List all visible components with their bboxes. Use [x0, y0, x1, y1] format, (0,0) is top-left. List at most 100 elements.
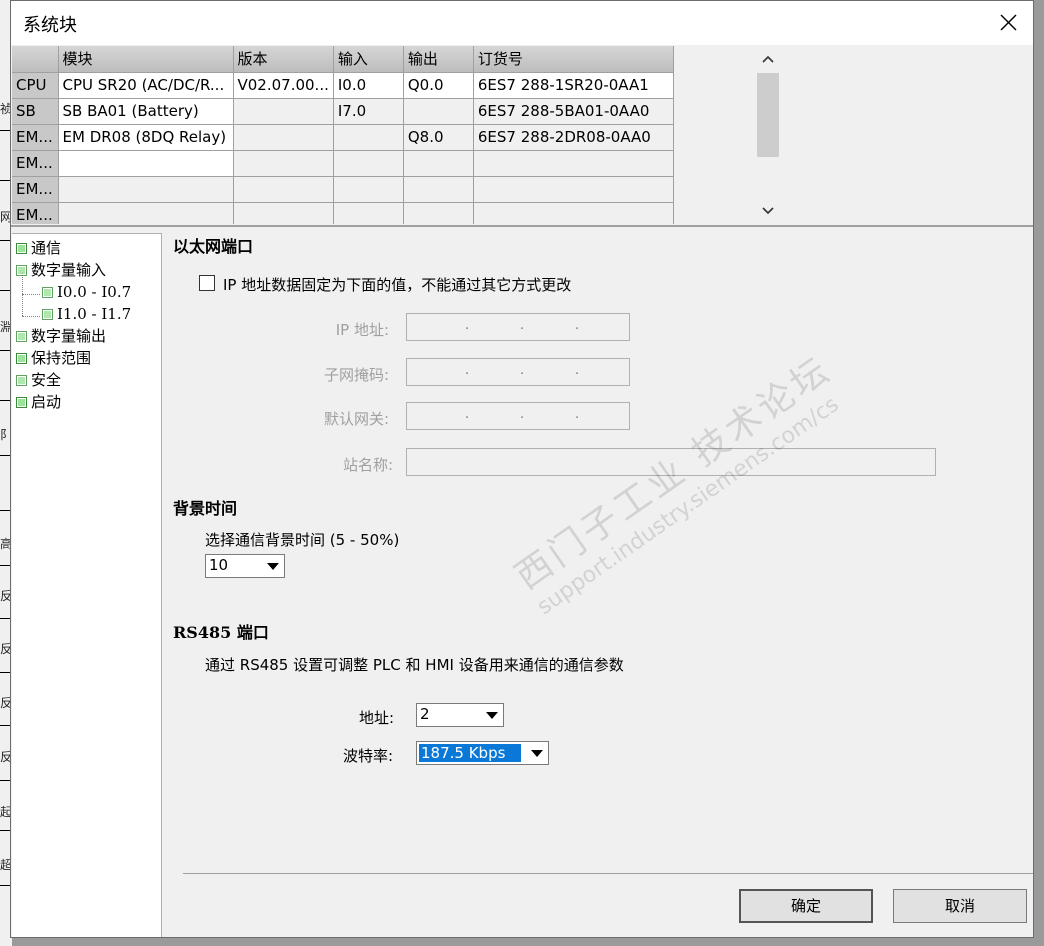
checked-icon: [16, 243, 27, 254]
row-header[interactable]: EM...: [12, 124, 59, 151]
unchecked-icon: [16, 331, 27, 342]
table-cell[interactable]: I0.0: [333, 72, 404, 99]
background-time-label: 选择通信背景时间 (5 - 50%): [205, 531, 400, 549]
column-header[interactable]: 输出: [403, 46, 474, 73]
subnet-mask-input: ...: [406, 358, 630, 386]
table-cell[interactable]: [473, 202, 674, 224]
settings-tree: 通信 数字量输入 I0.0 - I0.7 I1.0 - I1.7 数字量输出 保…: [12, 233, 162, 937]
tree-item-communication[interactable]: 通信: [16, 237, 61, 259]
unchecked-icon: [42, 309, 53, 320]
table-cell[interactable]: [233, 176, 334, 203]
table-cell[interactable]: [403, 98, 474, 125]
unchecked-icon: [16, 375, 27, 386]
table-header-row: 模块 版本 输入 输出 订货号: [12, 46, 674, 73]
table-cell[interactable]: [58, 150, 234, 177]
table-cell[interactable]: [58, 176, 234, 203]
background-time-select[interactable]: 10: [205, 554, 285, 578]
chevron-down-icon[interactable]: [526, 742, 548, 764]
column-header: [12, 46, 59, 73]
close-icon: [1000, 14, 1017, 31]
address-select[interactable]: 2: [416, 703, 504, 727]
tree-item-security[interactable]: 安全: [16, 369, 61, 391]
table-cell[interactable]: [233, 202, 334, 224]
close-button[interactable]: [983, 1, 1033, 45]
table-scrollbar[interactable]: [756, 46, 780, 224]
row-header[interactable]: EM...: [12, 202, 59, 224]
table-row[interactable]: EM...: [12, 176, 674, 203]
table-cell[interactable]: [233, 98, 334, 125]
tree-item-di-range1[interactable]: I0.0 - I0.7: [42, 281, 131, 303]
row-header[interactable]: EM...: [12, 176, 59, 203]
table-cell[interactable]: [473, 150, 674, 177]
cancel-button[interactable]: 取消: [893, 889, 1027, 923]
table-cell[interactable]: EM DR08 (8DQ Relay): [58, 124, 234, 151]
table-cell[interactable]: SB BA01 (Battery): [58, 98, 234, 125]
address-label: 地址:: [359, 709, 395, 727]
tree-item-startup[interactable]: 启动: [16, 391, 61, 413]
column-header[interactable]: 版本: [233, 46, 334, 73]
table-cell[interactable]: [403, 150, 474, 177]
tree-item-di-range2[interactable]: I1.0 - I1.7: [42, 303, 131, 325]
gateway-input: ...: [406, 402, 630, 430]
row-header[interactable]: SB: [12, 98, 59, 125]
fix-ip-label: IP 地址数据固定为下面的值，不能通过其它方式更改: [223, 276, 572, 294]
rs485-description: 通过 RS485 设置可调整 PLC 和 HMI 设备用来通信的通信参数: [205, 656, 624, 674]
table-cell[interactable]: [233, 150, 334, 177]
table-row[interactable]: CPU CPU SR20 (AC/DC/R... V02.07.00... I0.0 Q…: [12, 72, 674, 99]
chevron-down-icon[interactable]: [481, 704, 503, 726]
tree-item-digital-input[interactable]: 数字量输入: [16, 259, 106, 281]
background-time-title: 背景时间: [173, 499, 238, 518]
checked-icon: [16, 397, 27, 408]
table-cell[interactable]: I7.0: [333, 98, 404, 125]
table-cell[interactable]: [233, 124, 334, 151]
column-header[interactable]: 输入: [333, 46, 404, 73]
table-cell[interactable]: [333, 176, 404, 203]
module-table: 模块 版本 输入 输出 订货号 CPU CPU SR20 (AC/DC/R... V…: [12, 46, 674, 224]
station-name-label: 站名称:: [342, 456, 393, 474]
ok-button[interactable]: 确定: [739, 889, 873, 923]
table-cell[interactable]: [333, 124, 404, 151]
tree-item-digital-output[interactable]: 数字量输出: [16, 325, 106, 347]
gateway-label: 默认网关:: [323, 410, 389, 428]
row-header[interactable]: EM...: [12, 150, 59, 177]
table-row[interactable]: EM... EM DR08 (8DQ Relay) Q8.0 6ES7 288-2DR…: [12, 124, 674, 151]
table-cell[interactable]: [58, 202, 234, 224]
table-cell[interactable]: Q0.0: [403, 72, 474, 99]
table-cell[interactable]: 6ES7 288-5BA01-0AA0: [473, 98, 674, 125]
table-cell[interactable]: Q8.0: [403, 124, 474, 151]
table-cell[interactable]: [403, 202, 474, 224]
rs485-section-title: RS485 端口: [173, 623, 269, 642]
title-bar: 系统块: [11, 1, 1033, 45]
subnet-mask-label: 子网掩码:: [323, 366, 389, 384]
scroll-up-icon[interactable]: [761, 52, 775, 66]
dialog-title: 系统块: [23, 15, 77, 36]
column-header[interactable]: 模块: [58, 46, 234, 73]
baud-rate-select[interactable]: 187.5 Kbps: [416, 741, 549, 765]
table-row[interactable]: EM...: [12, 150, 674, 177]
table-cell[interactable]: [403, 176, 474, 203]
table-cell[interactable]: [473, 176, 674, 203]
fix-ip-checkbox[interactable]: [199, 275, 215, 291]
table-cell[interactable]: [333, 202, 404, 224]
station-name-input: [406, 448, 936, 476]
tree-item-retentive[interactable]: 保持范围: [16, 347, 91, 369]
scroll-thumb[interactable]: [757, 73, 779, 157]
module-table-area: 模块 版本 输入 输出 订货号 CPU CPU SR20 (AC/DC/R... V…: [11, 46, 756, 224]
table-cell[interactable]: 6ES7 288-2DR08-0AA0: [473, 124, 674, 151]
unchecked-icon: [16, 265, 27, 276]
system-block-dialog: 系统块 模块 版本 输入 输出 订货号 CPU CPU SR20 (AC/DC/…: [10, 0, 1034, 938]
scroll-down-icon[interactable]: [761, 204, 775, 218]
chevron-down-icon[interactable]: [262, 555, 284, 577]
table-cell[interactable]: CPU SR20 (AC/DC/R...: [58, 72, 234, 99]
ethernet-section-title: 以太网端口: [173, 237, 254, 256]
table-cell[interactable]: 6ES7 288-1SR20-0AA1: [473, 72, 674, 99]
table-row[interactable]: EM...: [12, 202, 674, 224]
table-cell[interactable]: [333, 150, 404, 177]
table-row[interactable]: SB SB BA01 (Battery) I7.0 6ES7 288-5BA01-0A…: [12, 98, 674, 125]
column-header[interactable]: 订货号: [473, 46, 674, 73]
baud-rate-label: 波特率:: [343, 747, 394, 765]
ip-address-input: ...: [406, 313, 630, 341]
footer-separator: [183, 873, 1033, 874]
row-header[interactable]: CPU: [12, 72, 59, 99]
table-cell[interactable]: V02.07.00...: [233, 72, 334, 99]
